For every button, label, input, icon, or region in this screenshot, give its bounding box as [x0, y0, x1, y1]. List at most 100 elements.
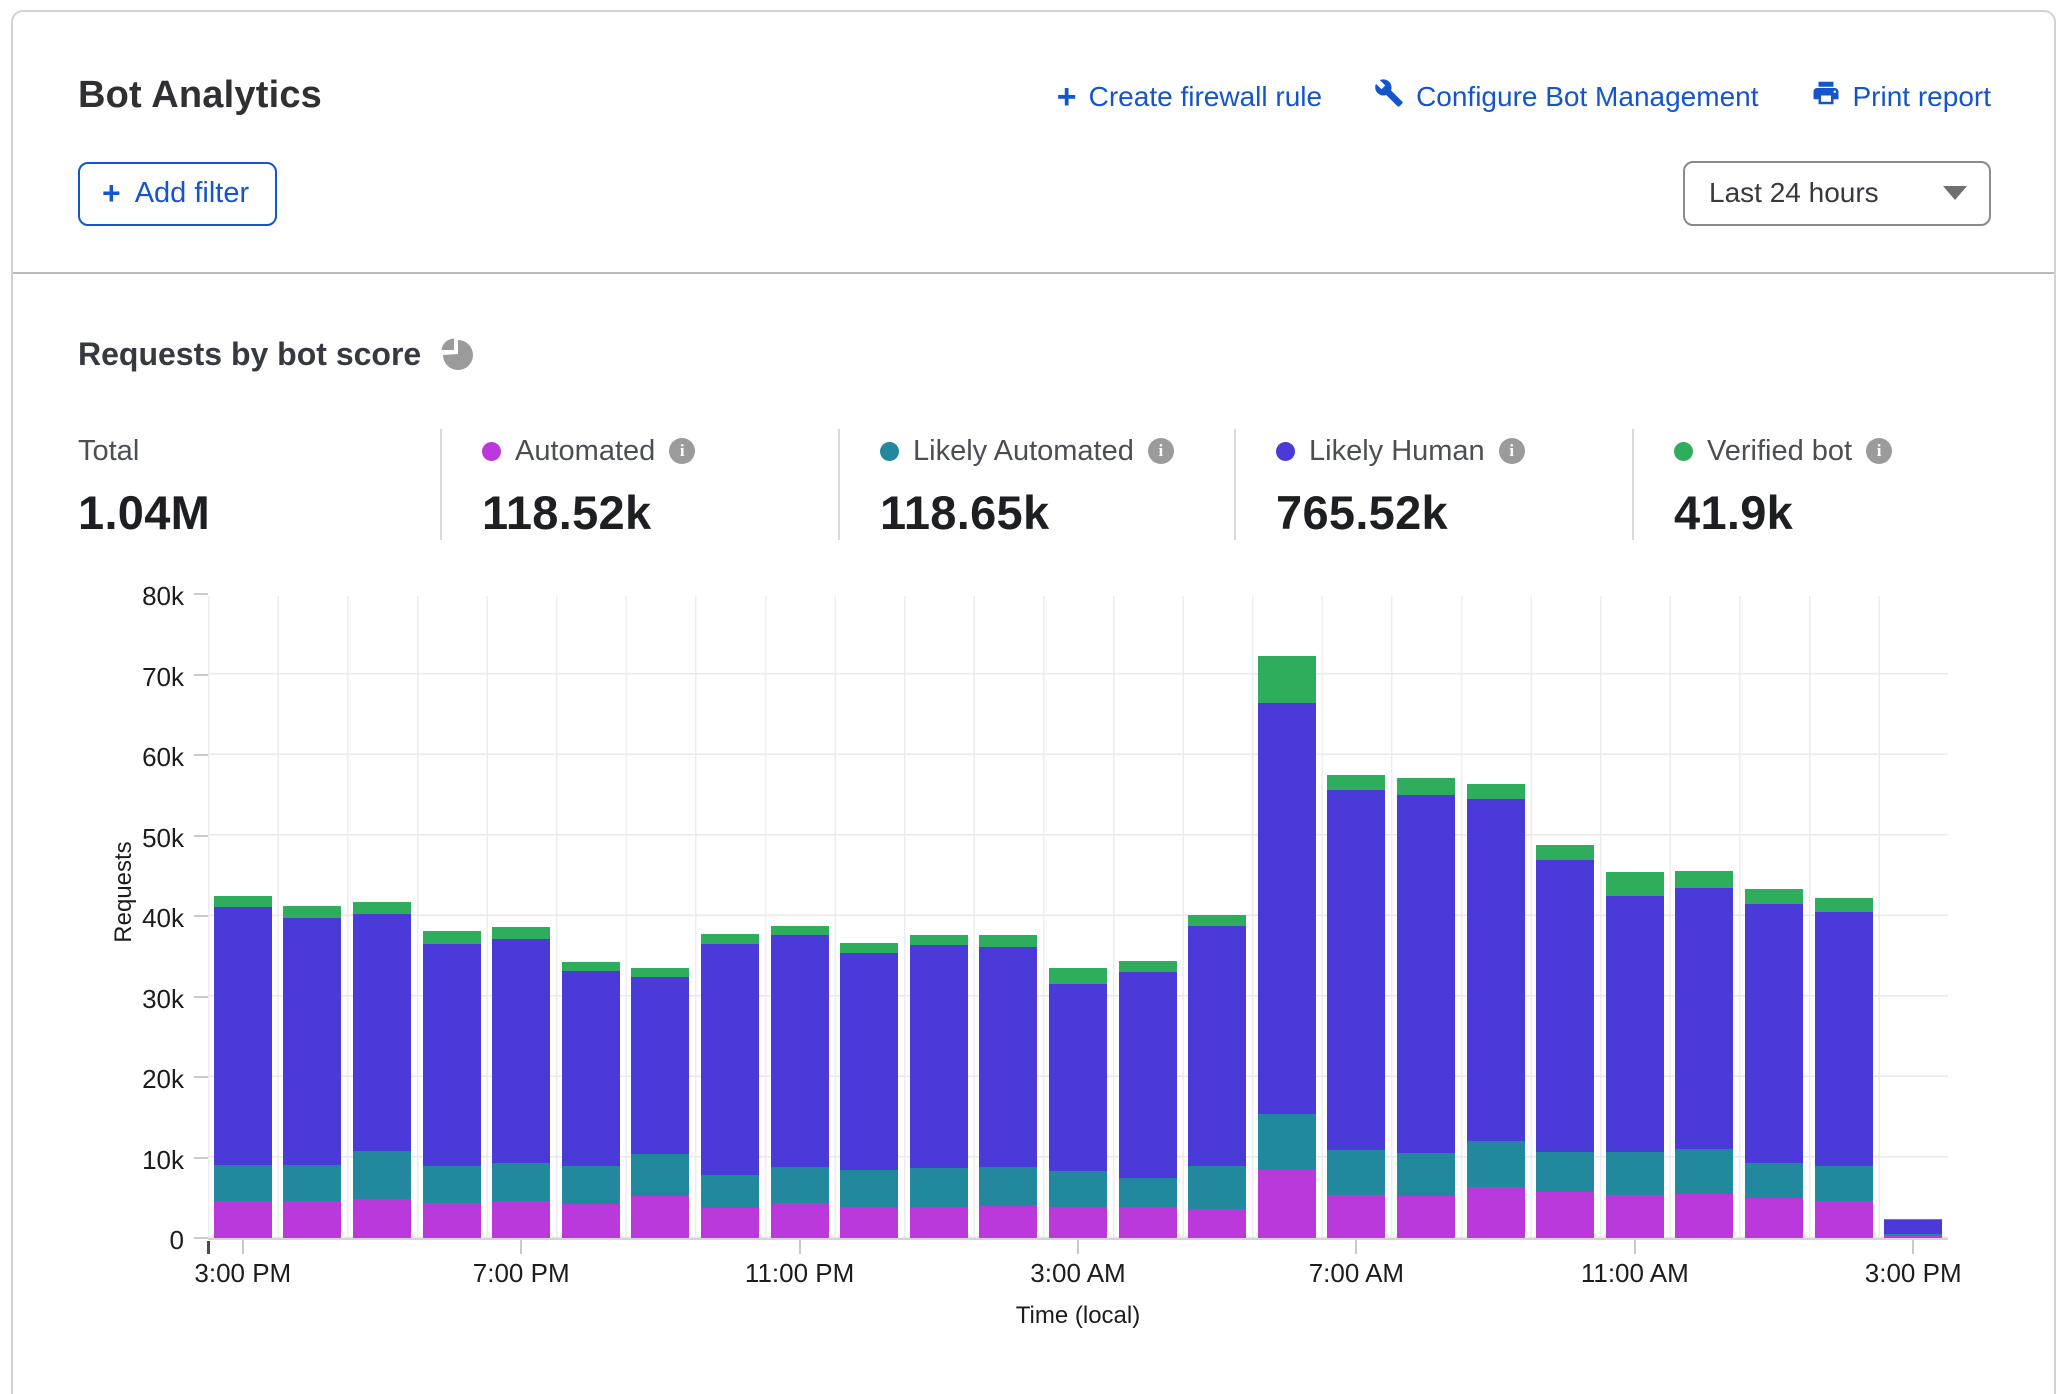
bar-segment	[353, 1151, 411, 1198]
pie-chart-icon	[439, 337, 475, 373]
bar-segment	[1745, 889, 1803, 903]
stacked-bar[interactable]	[979, 935, 1037, 1238]
print-report-link[interactable]: Print report	[1811, 78, 1992, 115]
bar-segment	[1606, 872, 1664, 896]
stacked-bar[interactable]	[1536, 845, 1594, 1238]
chevron-down-icon	[1943, 186, 1967, 200]
likely-automated-legend-dot	[880, 442, 899, 461]
stat-likely-automated: Likely Automated 118.65k	[838, 429, 1234, 540]
stacked-bar[interactable]	[1049, 968, 1107, 1238]
y-tick-mark	[194, 1157, 208, 1159]
y-tick-label: 20k	[84, 1064, 184, 1094]
y-tick-label: 40k	[84, 903, 184, 933]
bar-segment	[1119, 961, 1177, 972]
plus-icon: +	[102, 179, 121, 207]
bar-segment	[840, 1207, 898, 1238]
stacked-bar[interactable]	[840, 943, 898, 1238]
chart-plot[interactable]	[208, 596, 1948, 1240]
stacked-bar[interactable]	[910, 935, 968, 1238]
info-icon[interactable]	[1866, 438, 1892, 464]
requests-section: Requests by bot score Total 1.04M Automa…	[13, 274, 2054, 1352]
stacked-bar[interactable]	[1258, 656, 1316, 1238]
bar-segment	[492, 1163, 550, 1201]
stacked-bar[interactable]	[423, 931, 481, 1238]
header-actions: + Create firewall rule Configure Bot Man…	[1057, 74, 1991, 115]
bar-segment	[562, 1204, 620, 1238]
bar-segment	[214, 896, 272, 907]
y-tick-mark	[194, 915, 208, 917]
stacked-bar[interactable]	[1188, 915, 1246, 1238]
stacked-bar[interactable]	[1606, 872, 1664, 1238]
bar-segment	[1536, 860, 1594, 1151]
add-filter-button[interactable]: + Add filter	[78, 162, 277, 226]
time-range-select[interactable]: Last 24 hours	[1683, 161, 1991, 226]
bar-segment	[1745, 904, 1803, 1163]
bar-segment	[1327, 1150, 1385, 1195]
stacked-bar[interactable]	[1119, 961, 1177, 1238]
bar-segment	[840, 1170, 898, 1207]
bar-segment	[910, 935, 968, 945]
bar-segment	[1815, 912, 1873, 1166]
bar-segment	[979, 935, 1037, 946]
bar-segment	[631, 1154, 689, 1196]
card-header: Bot Analytics + Create firewall rule Con…	[13, 12, 2054, 226]
bar-segment	[1675, 888, 1733, 1150]
stacked-bar[interactable]	[701, 934, 759, 1238]
configure-bot-management-link[interactable]: Configure Bot Management	[1374, 78, 1758, 115]
stacked-bar[interactable]	[1467, 784, 1525, 1238]
stacked-bar[interactable]	[1327, 775, 1385, 1238]
stat-likely-human-label: Likely Human	[1309, 435, 1485, 468]
stacked-bar[interactable]	[492, 927, 550, 1239]
stacked-bar[interactable]	[214, 896, 272, 1238]
stat-likely-automated-value: 118.65k	[880, 485, 1234, 540]
stat-total-value: 1.04M	[78, 485, 440, 540]
stacked-bar[interactable]	[771, 926, 829, 1238]
bar-segment	[1815, 1201, 1873, 1238]
bot-analytics-card: Bot Analytics + Create firewall rule Con…	[11, 10, 2056, 1394]
y-tick-mark	[194, 1076, 208, 1078]
bar-segment	[1745, 1198, 1803, 1238]
bar-segment	[701, 934, 759, 944]
stacked-bar[interactable]	[631, 968, 689, 1238]
stacked-bar[interactable]	[283, 906, 341, 1238]
bar-segment	[1188, 1166, 1246, 1209]
bar-segment	[701, 1208, 759, 1238]
bar-segment	[631, 968, 689, 977]
stacked-bar[interactable]	[1675, 871, 1733, 1238]
stacked-bar[interactable]	[1884, 1219, 1942, 1238]
stacked-bar[interactable]	[1745, 889, 1803, 1238]
x-tick-mark	[520, 1240, 522, 1254]
stacked-bar[interactable]	[562, 962, 620, 1238]
info-icon[interactable]	[669, 438, 695, 464]
y-tick-label: 10k	[84, 1145, 184, 1175]
info-icon[interactable]	[1148, 438, 1174, 464]
x-tick-mark	[242, 1240, 244, 1254]
bar-segment	[562, 971, 620, 1166]
bar-segment	[979, 1167, 1037, 1206]
y-tick-label: 50k	[84, 823, 184, 853]
bar-segment	[1327, 790, 1385, 1150]
bar-segment	[1049, 1171, 1107, 1206]
bar-segment	[1467, 1141, 1525, 1188]
stacked-bar[interactable]	[1397, 778, 1455, 1238]
bar-segment	[423, 944, 481, 1166]
y-tick-label: 70k	[84, 662, 184, 692]
bar-segment	[353, 914, 411, 1151]
stat-likely-human-value: 765.52k	[1276, 485, 1632, 540]
bar-segment	[1536, 1192, 1594, 1238]
likely-human-legend-dot	[1276, 442, 1295, 461]
bar-segment	[771, 935, 829, 1167]
stacked-bar[interactable]	[1815, 898, 1873, 1238]
bar-segment	[1675, 1194, 1733, 1238]
stacked-bar[interactable]	[353, 902, 411, 1238]
bar-segment	[283, 1201, 341, 1238]
create-firewall-rule-link[interactable]: + Create firewall rule	[1057, 81, 1322, 113]
bar-segment	[1119, 1178, 1177, 1207]
create-firewall-rule-label: Create firewall rule	[1089, 81, 1322, 113]
x-tick-label: 3:00 PM	[1865, 1258, 1962, 1289]
info-icon[interactable]	[1499, 438, 1525, 464]
bar-segment	[1049, 1207, 1107, 1238]
bar-segment	[1467, 1187, 1525, 1238]
stat-likely-human: Likely Human 765.52k	[1234, 429, 1632, 540]
bar-segment	[910, 945, 968, 1168]
